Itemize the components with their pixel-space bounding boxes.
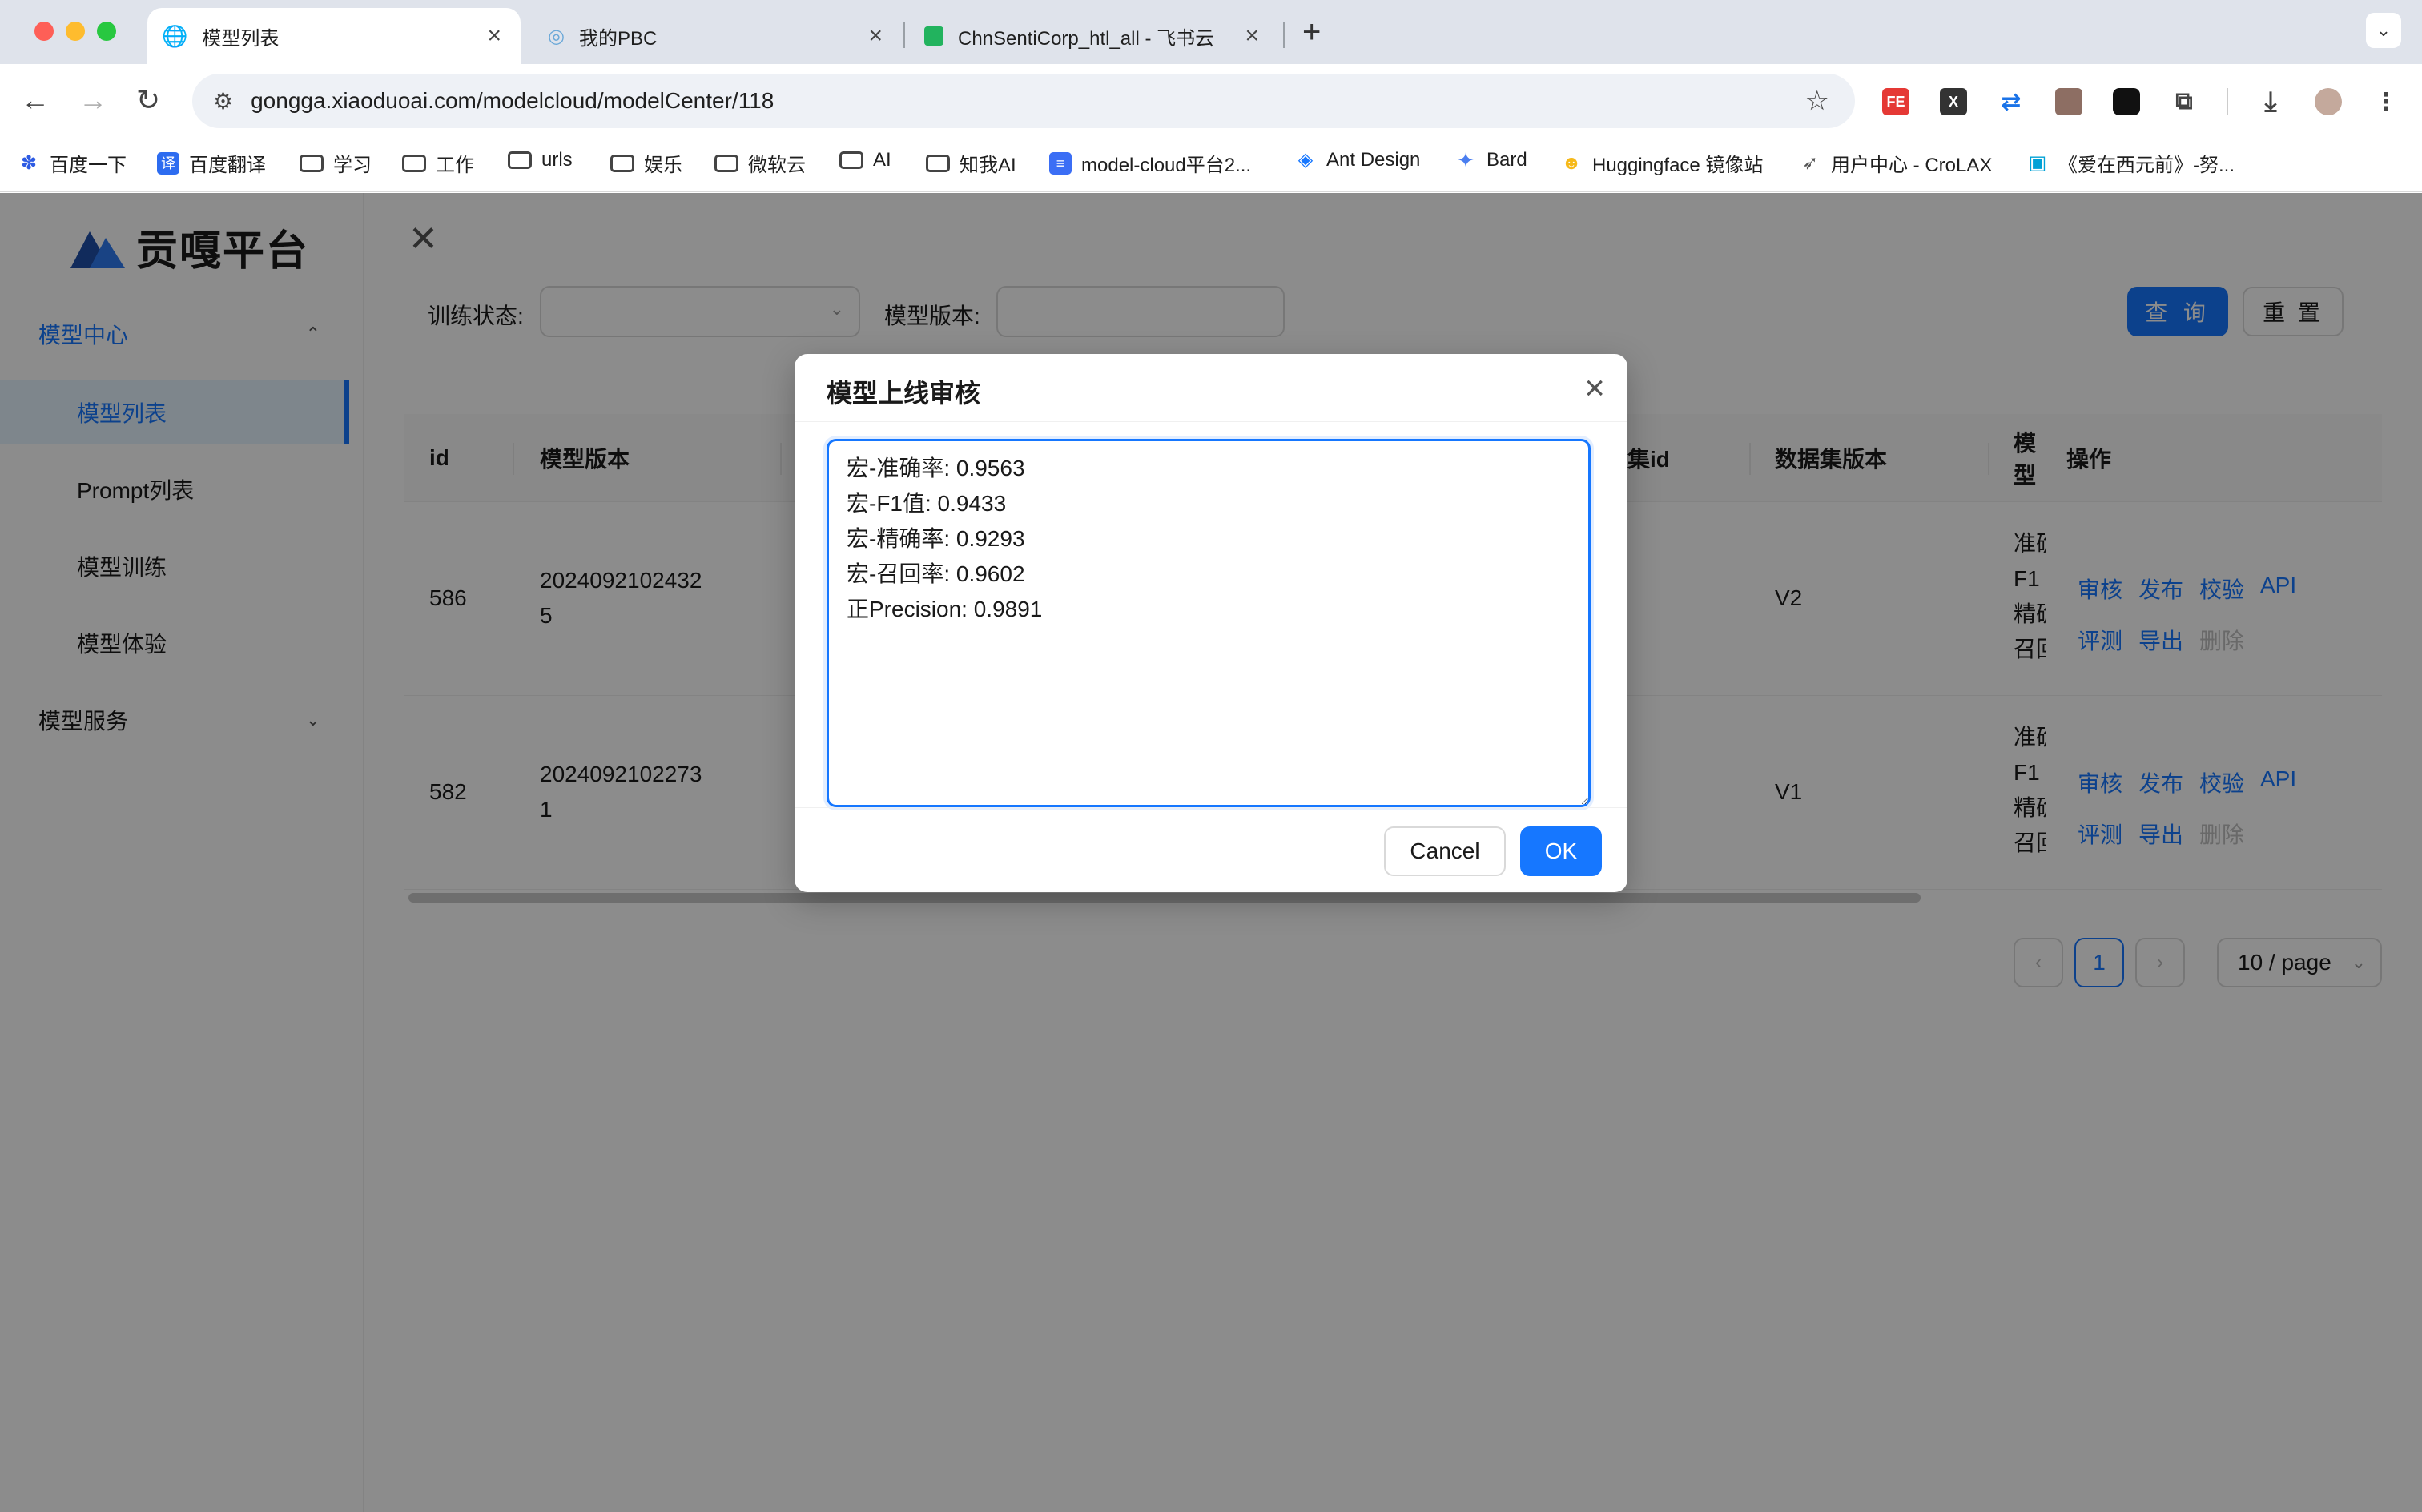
bookmark-folder-work[interactable]: 工作 bbox=[402, 149, 474, 177]
sync-extension-icon[interactable]: ⇄ bbox=[1998, 88, 2025, 115]
bookmark-folder-ai[interactable]: AI bbox=[839, 149, 891, 171]
window-close-button[interactable] bbox=[34, 22, 54, 41]
doc-icon: ≡ bbox=[1049, 151, 1072, 175]
bookmark-model-cloud[interactable]: ≡ model-cloud平台2... bbox=[1049, 149, 1251, 177]
browser-tab-bar: 🌐 模型列表 × ◎ 我的PBC × ChnSentiCorp_htl_all … bbox=[0, 0, 2422, 64]
tab-title: 模型列表 bbox=[202, 27, 280, 50]
new-tab-plus-icon[interactable]: + bbox=[1302, 14, 1321, 50]
browser-menu-icon[interactable]: ⋮ bbox=[2372, 88, 2400, 115]
back-arrow-icon[interactable]: ← bbox=[21, 83, 50, 117]
folder-icon bbox=[300, 154, 324, 172]
tab-close-icon[interactable]: × bbox=[868, 22, 883, 50]
url-text[interactable]: gongga.xiaoduoai.com/modelcloud/modelCen… bbox=[251, 88, 774, 114]
close-icon[interactable]: × bbox=[1584, 368, 1605, 408]
modal-title: 模型上线审核 bbox=[827, 379, 981, 408]
reload-icon[interactable]: ↻ bbox=[136, 83, 160, 117]
bookmark-ant-design[interactable]: ◈ Ant Design bbox=[1294, 149, 1421, 171]
bookmark-folder-zhiwo-ai[interactable]: 知我AI bbox=[926, 149, 1016, 177]
address-bar[interactable]: ⚙ gongga.xiaoduoai.com/modelcloud/modelC… bbox=[192, 74, 1855, 128]
tab-close-icon[interactable]: × bbox=[1245, 22, 1259, 50]
huggingface-icon: ☻ bbox=[1561, 151, 1582, 174]
bookmark-folder-entertainment[interactable]: 娱乐 bbox=[610, 149, 682, 177]
image-extension-icon[interactable] bbox=[2055, 88, 2082, 115]
tab-title: 我的PBC bbox=[578, 27, 658, 50]
translate-icon: 译 bbox=[157, 151, 179, 175]
review-modal: 模型上线审核 × 宏-准确率: 0.9563 宏-F1值: 0.9433 宏-精… bbox=[795, 354, 1627, 892]
profile-avatar[interactable] bbox=[2315, 88, 2342, 115]
browser-toolbar: ← → ↻ ⚙ gongga.xiaoduoai.com/modelcloud/… bbox=[0, 64, 2422, 138]
ok-button[interactable]: OK bbox=[1520, 826, 1602, 876]
browser-tab-model-list[interactable]: 🌐 模型列表 × bbox=[147, 8, 521, 64]
bookmarks-bar: ✽ 百度一下 译百度翻译 学习 工作 urls 娱乐 微软云 AI 知我AI ≡ m… bbox=[0, 138, 2422, 192]
sparkle-icon: ✦ bbox=[1457, 148, 1475, 172]
folder-icon bbox=[839, 151, 863, 169]
site-settings-icon[interactable]: ⚙ bbox=[213, 88, 233, 115]
cancel-button[interactable]: Cancel bbox=[1384, 826, 1506, 876]
bookmark-bilibili[interactable]: ▣ 《爱在西元前》-努... bbox=[2026, 149, 2235, 177]
bookmark-star-icon[interactable]: ☆ bbox=[1805, 85, 1829, 117]
rocket-icon: ➶ bbox=[1801, 151, 1819, 174]
tab-title: ChnSentiCorp_htl_all - 飞书云 bbox=[958, 27, 1215, 50]
puzzle-extensions-icon[interactable]: ⧉ bbox=[2171, 88, 2198, 115]
window-minimize-button[interactable] bbox=[66, 22, 85, 41]
bookmark-folder-urls[interactable]: urls bbox=[508, 149, 573, 171]
pbc-favicon-icon: ◎ bbox=[548, 25, 565, 47]
glasses-extension-icon[interactable] bbox=[2113, 88, 2140, 115]
bookmark-huggingface[interactable]: ☻ Huggingface 镜像站 bbox=[1560, 149, 1763, 177]
review-notes-textarea[interactable]: 宏-准确率: 0.9563 宏-F1值: 0.9433 宏-精确率: 0.929… bbox=[827, 439, 1591, 807]
spreadsheet-icon bbox=[924, 26, 943, 46]
bookmark-baidu[interactable]: ✽ 百度一下 bbox=[18, 149, 127, 177]
forward-arrow-icon[interactable]: → bbox=[78, 83, 107, 117]
bookmark-crolax[interactable]: ➶ 用户中心 - CroLAX bbox=[1799, 149, 1992, 177]
fe-extension-icon[interactable]: FE bbox=[1882, 88, 1909, 115]
folder-icon bbox=[610, 154, 634, 172]
globe-icon: 🌐 bbox=[162, 23, 188, 48]
browser-tab-feishu[interactable]: ChnSentiCorp_htl_all - 飞书云 × bbox=[910, 8, 1278, 64]
tab-search-chevron-icon[interactable]: ⌄ bbox=[2366, 13, 2401, 48]
folder-icon bbox=[714, 154, 738, 172]
folder-icon bbox=[508, 151, 532, 169]
bookmark-bard[interactable]: ✦ Bard bbox=[1454, 149, 1527, 171]
window-maximize-button[interactable] bbox=[97, 22, 116, 41]
bookmark-baidu-translate[interactable]: 译百度翻译 bbox=[157, 149, 266, 177]
bookmark-folder-azure[interactable]: 微软云 bbox=[714, 149, 806, 177]
x-extension-icon[interactable]: X bbox=[1940, 88, 1967, 115]
ant-design-icon: ◈ bbox=[1298, 149, 1314, 171]
folder-icon bbox=[402, 154, 426, 172]
tab-close-icon[interactable]: × bbox=[487, 22, 501, 50]
download-icon[interactable]: ⤓ bbox=[2257, 86, 2284, 117]
bilibili-icon: ▣ bbox=[2028, 151, 2047, 174]
browser-tab-pbc[interactable]: ◎ 我的PBC × bbox=[533, 8, 902, 64]
baidu-paw-icon: ✽ bbox=[20, 151, 38, 174]
bookmark-folder-study[interactable]: 学习 bbox=[300, 149, 372, 177]
folder-icon bbox=[926, 154, 950, 172]
